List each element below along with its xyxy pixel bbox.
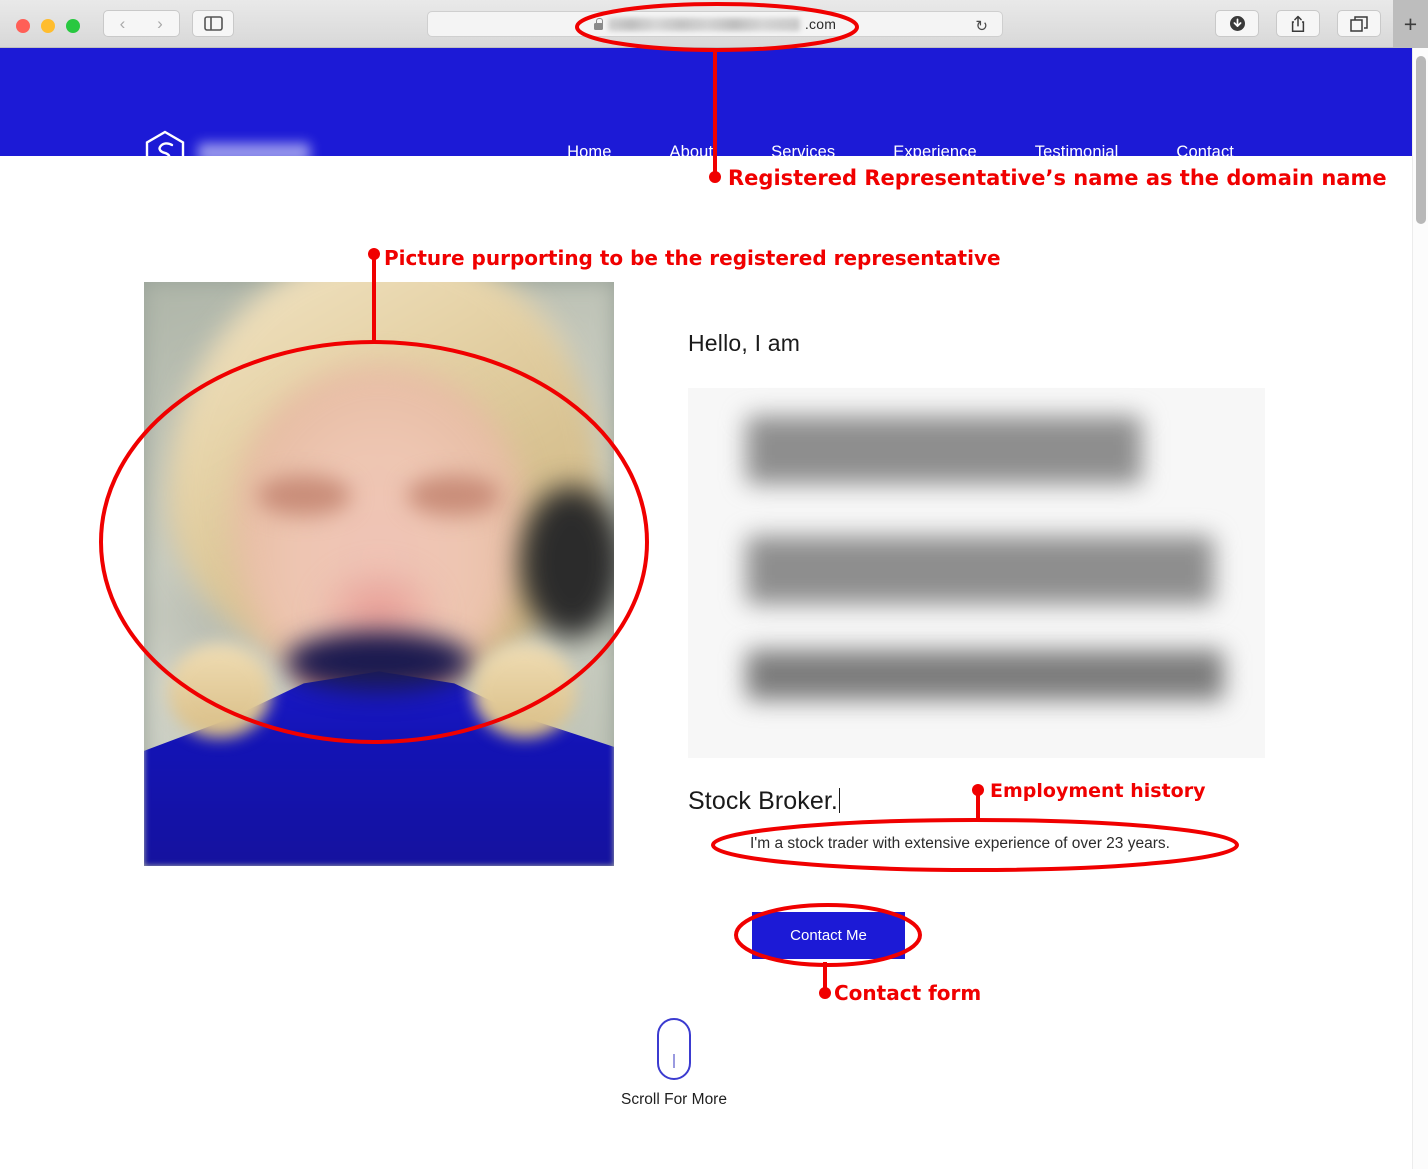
representative-photo — [144, 282, 614, 866]
photo-hair-left — [167, 644, 271, 738]
address-bar[interactable]: .com ↻ — [427, 11, 1003, 37]
text-caret-icon — [838, 788, 841, 813]
brand-name-redacted — [198, 143, 310, 163]
minimize-window-button[interactable] — [41, 19, 55, 33]
mouse-scroll-icon — [657, 1018, 691, 1080]
downloads-icon — [1229, 16, 1245, 31]
window-controls — [16, 19, 80, 33]
back-button[interactable]: ‹ — [103, 10, 142, 37]
representative-name-redacted — [688, 388, 1265, 758]
hero-text-column: Hello, I am — [688, 330, 1288, 758]
nav-item-about[interactable]: About — [670, 143, 714, 170]
hero-role: Stock Broker. — [688, 787, 841, 816]
annotation-label-employment: Employment history — [990, 780, 1206, 802]
name-line-2 — [746, 536, 1214, 604]
photo-brow-left — [256, 474, 351, 516]
contact-me-button[interactable]: Contact Me — [752, 912, 905, 959]
annotation-dot-picture — [368, 248, 380, 260]
hero-tagline: I'm a stock trader with extensive experi… — [750, 835, 1170, 852]
name-line-1 — [746, 416, 1142, 484]
annotation-label-domain: Registered Representative’s name as the … — [728, 166, 1387, 190]
annotation-dot-contact-form — [819, 987, 831, 999]
chevron-left-icon: ‹ — [119, 14, 126, 33]
photo-brow-right — [407, 474, 502, 516]
domain-redacted — [607, 17, 800, 31]
url-tld: .com — [804, 16, 837, 32]
brand[interactable] — [144, 130, 310, 176]
photo-neck-shadow — [285, 632, 473, 691]
scrollbar-thumb[interactable] — [1416, 56, 1426, 224]
chevron-right-icon: › — [157, 14, 163, 33]
scroll-cue-label: Scroll For More — [621, 1091, 727, 1108]
lock-icon — [593, 18, 603, 30]
tab-overview-icon — [1350, 15, 1368, 32]
annotation-label-picture: Picture purporting to be the registered … — [384, 246, 1001, 270]
photo-hair-right — [473, 644, 577, 738]
tab-overview-button[interactable] — [1337, 10, 1381, 37]
annotation-dot-employment — [972, 784, 984, 796]
close-window-button[interactable] — [16, 19, 30, 33]
name-line-3 — [746, 650, 1224, 700]
page-scrollbar[interactable] — [1412, 48, 1428, 1169]
share-button[interactable] — [1276, 10, 1320, 37]
annotation-dot-domain — [709, 171, 721, 183]
scroll-cue[interactable]: Scroll For More — [618, 1018, 730, 1109]
address-content: .com — [593, 16, 837, 32]
site-header: Home About Services Experience Testimoni… — [0, 48, 1412, 176]
hero-greeting: Hello, I am — [688, 330, 801, 356]
reload-icon[interactable]: ↻ — [975, 17, 988, 35]
hero-role-text: Stock Broker. — [688, 787, 838, 815]
plus-icon: + — [1403, 10, 1418, 37]
annotation-label-contact-form: Contact form — [834, 981, 982, 1005]
hexagon-s-logo-icon — [145, 130, 185, 176]
sidebar-toggle-button[interactable] — [192, 10, 234, 37]
nav-item-home[interactable]: Home — [567, 143, 612, 170]
forward-button[interactable]: › — [141, 10, 180, 37]
photo-dark-spot — [520, 486, 614, 639]
downloads-button[interactable] — [1215, 10, 1259, 37]
share-icon — [1291, 15, 1305, 32]
sidebar-icon — [203, 16, 223, 31]
browser-toolbar: ‹ › .com ↻ + — [0, 0, 1428, 48]
zoom-window-button[interactable] — [66, 19, 80, 33]
screenshot-root: ‹ › .com ↻ + Home About Services Experie… — [0, 0, 1428, 1169]
new-tab-button[interactable]: + — [1393, 0, 1428, 48]
